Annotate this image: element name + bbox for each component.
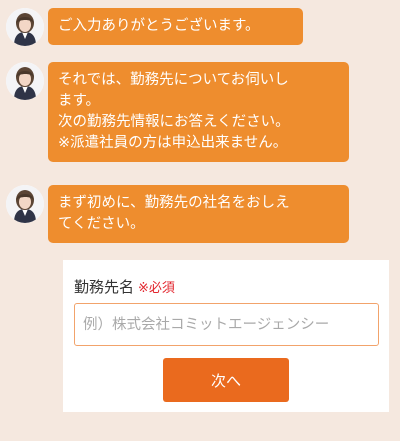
chat-message-line: ※派遣社員の方は申込出来ません。 — [58, 135, 288, 151]
chat-message-bubble: ご入力ありがとうございます。 — [48, 8, 303, 45]
required-badge: ※必須 — [138, 281, 175, 296]
company-form-card: 勤務先名※必須 次へ — [63, 260, 389, 412]
chat-message-bubble: まず初めに、勤務先の社名をおしえ てください。 — [48, 185, 349, 243]
chat-message-line: ご入力ありがとうございます。 — [58, 18, 260, 34]
avatar — [6, 8, 44, 46]
operator-avatar-icon — [6, 62, 44, 100]
operator-avatar-icon — [6, 185, 44, 223]
chat-message-line: ます。 — [58, 93, 101, 109]
operator-avatar-icon — [6, 8, 44, 46]
next-button[interactable]: 次へ — [163, 358, 289, 402]
avatar — [6, 185, 44, 223]
avatar — [6, 62, 44, 100]
company-name-input[interactable] — [74, 303, 379, 346]
chat-message-line: それでは、勤務先についてお伺いし — [58, 72, 289, 88]
field-label-text: 勤務先名 — [74, 278, 135, 296]
chat-message-line: まず初めに、勤務先の社名をおしえ — [58, 195, 290, 211]
company-name-label: 勤務先名 ※必須 — [74, 276, 175, 297]
chat-message-bubble: それでは、勤務先についてお伺いし ます。 次の勤務先情報にお答えください。 ※派… — [48, 62, 349, 162]
chat-message-line: 次の勤務先情報にお答えください。 — [58, 114, 290, 130]
chat-message-line: てください。 — [58, 216, 145, 232]
